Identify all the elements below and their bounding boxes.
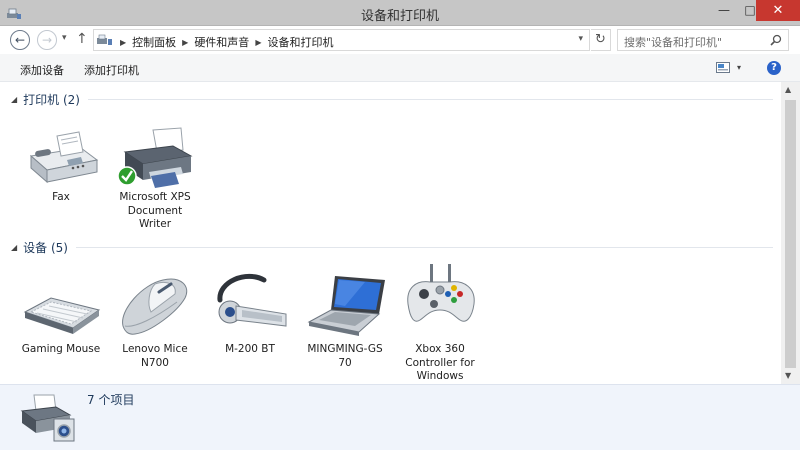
window-title: 设备和打印机 — [360, 9, 439, 24]
fax-icon — [29, 131, 99, 184]
title-bar[interactable]: 设备和打印机 — □ ✕ — [0, 0, 800, 26]
group-label-devices: 设备 (5) — [23, 241, 68, 255]
help-icon[interactable]: ? — [767, 61, 781, 75]
vertical-scrollbar[interactable]: ▲ ▼ — [781, 82, 800, 384]
breadcrumb-separator-icon[interactable]: ▶ — [120, 38, 126, 47]
device-item-fax[interactable]: Fax — [18, 126, 104, 205]
keyboard-icon — [23, 297, 101, 334]
device-item-xps-writer[interactable]: Microsoft XPS Document Writer — [112, 126, 198, 232]
search-placeholder: 搜索"设备和打印机" — [624, 36, 723, 49]
recent-locations-chevron-icon[interactable]: ▾ — [62, 33, 67, 43]
refresh-button[interactable]: ↻ — [591, 29, 611, 51]
add-device-button[interactable]: 添加设备 — [20, 62, 64, 78]
device-label: Microsoft XPS Document Writer — [119, 191, 191, 230]
headset-icon — [217, 273, 287, 327]
control-panel-location-icon — [97, 34, 112, 45]
laptop-icon — [307, 276, 385, 336]
gamepad-icon — [407, 264, 475, 322]
change-view-icon[interactable] — [716, 62, 730, 73]
device-item-lenovo-mouse[interactable]: Lenovo Mice N700 — [112, 270, 198, 370]
collapse-chevron-icon[interactable]: ◢ — [11, 95, 17, 104]
scroll-down-icon[interactable]: ▼ — [785, 371, 791, 380]
breadcrumb-devices-printers[interactable]: 设备和打印机 — [267, 34, 333, 50]
details-pane: 7 个项目 — [0, 384, 800, 450]
navigation-bar: ← → ▾ ↑ ▶ 控制面板 ▶ 硬件和声音 ▶ 设备和打印机 ▾ ↻ 搜索"设… — [0, 26, 800, 54]
printer-default-icon — [117, 127, 193, 188]
group-header-devices[interactable]: ◢ 设备 (5) — [11, 239, 773, 256]
forward-button[interactable]: → — [37, 30, 57, 50]
devices-printers-icon — [20, 394, 75, 442]
group-header-printers[interactable]: ◢ 打印机 (2) — [11, 91, 773, 108]
group-divider — [87, 99, 773, 100]
address-bar[interactable]: ▶ 控制面板 ▶ 硬件和声音 ▶ 设备和打印机 ▾ — [93, 29, 590, 51]
device-item-m200bt[interactable]: M-200 BT — [207, 270, 293, 357]
search-input[interactable]: 搜索"设备和打印机" — [617, 29, 789, 51]
device-item-gaming-mouse[interactable]: Gaming Mouse — [18, 270, 104, 357]
minimize-button[interactable]: — — [711, 0, 737, 21]
device-label: Lenovo Mice N700 — [122, 343, 188, 369]
breadcrumb-hardware-sound[interactable]: 硬件和声音 — [194, 34, 249, 50]
collapse-chevron-icon[interactable]: ◢ — [11, 243, 17, 252]
device-label: M-200 BT — [225, 343, 275, 355]
view-options-chevron-icon[interactable]: ▾ — [737, 63, 741, 72]
device-label: Xbox 360 Controller for Windows — [405, 343, 475, 382]
scroll-thumb[interactable] — [785, 100, 796, 368]
device-label: Gaming Mouse — [21, 343, 101, 355]
address-history-chevron-icon[interactable]: ▾ — [578, 34, 583, 44]
group-label-printers: 打印机 (2) — [23, 93, 80, 107]
mouse-icon — [122, 278, 188, 335]
device-item-mingming-laptop[interactable]: MINGMING-GS 70 — [302, 270, 388, 370]
scroll-up-icon[interactable]: ▲ — [785, 85, 791, 94]
devices-view: ◢ 打印机 (2) Fax Microsoft XPS Document Wri… — [0, 82, 781, 384]
breadcrumb-control-panel[interactable]: 控制面板 — [132, 34, 176, 50]
breadcrumb-separator-icon[interactable]: ▶ — [182, 38, 188, 47]
device-label: Fax — [52, 191, 70, 203]
command-bar: 添加设备 添加打印机 ▾ ? — [0, 54, 800, 82]
device-item-xbox-controller[interactable]: Xbox 360 Controller for Windows — [397, 260, 483, 384]
search-icon[interactable] — [770, 34, 782, 46]
breadcrumb-separator-icon[interactable]: ▶ — [255, 38, 261, 47]
item-count: 7 个项目 — [87, 393, 135, 407]
device-label: MINGMING-GS 70 — [307, 343, 383, 369]
back-button[interactable]: ← — [10, 30, 30, 50]
breadcrumb: ▶ 控制面板 ▶ 硬件和声音 ▶ 设备和打印机 — [114, 34, 333, 50]
up-button[interactable]: ↑ — [76, 31, 88, 47]
add-printer-button[interactable]: 添加打印机 — [84, 62, 139, 78]
group-divider — [75, 247, 773, 248]
close-button[interactable]: ✕ — [756, 0, 800, 21]
